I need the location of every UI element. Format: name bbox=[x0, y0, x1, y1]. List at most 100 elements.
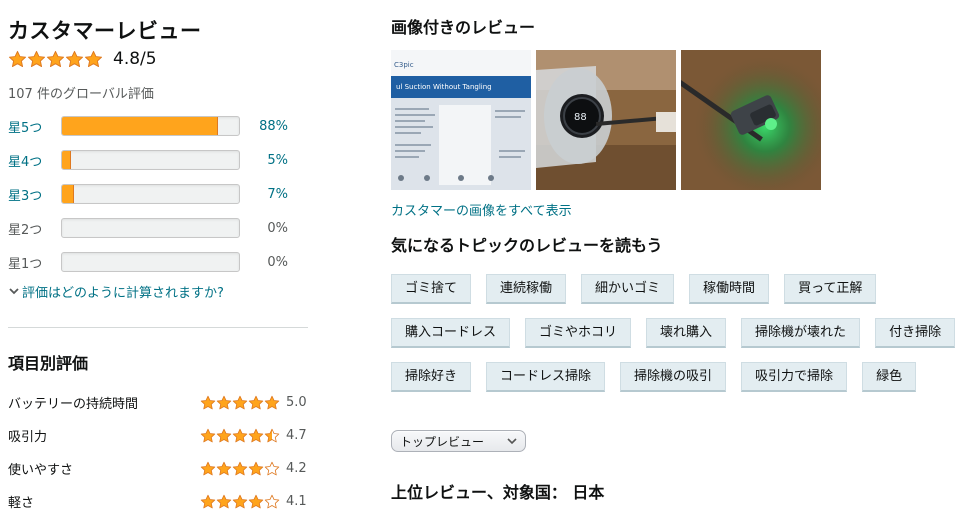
histogram-bar-fill bbox=[62, 117, 218, 135]
review-image-2[interactable]: 88 bbox=[536, 50, 676, 190]
global-rating-count: 107 件のグローバル評価 bbox=[8, 87, 154, 102]
histogram-bar[interactable] bbox=[61, 150, 240, 170]
review-media-and-topics: 画像付きのレビュー C3pic ul Suction Without Tangl… bbox=[391, 16, 961, 505]
topic-pill[interactable]: 壊れ購入 bbox=[646, 318, 727, 348]
histogram-row[interactable]: 星3つ 7% bbox=[8, 177, 308, 211]
histogram-star-label[interactable]: 星5つ bbox=[8, 117, 61, 136]
attribute-stars bbox=[200, 395, 280, 411]
attribute-rating-row: 軽さ 4.1 bbox=[8, 485, 308, 518]
topic-pill[interactable]: 掃除好き bbox=[391, 362, 472, 392]
histogram-percent[interactable]: 7% bbox=[240, 187, 288, 202]
histogram-star-label[interactable]: 星3つ bbox=[8, 185, 61, 204]
topic-pill[interactable]: 連続稼働 bbox=[486, 274, 567, 304]
topic-pill[interactable]: 掃除機の吸引 bbox=[620, 362, 727, 392]
histogram-bar-fill bbox=[62, 185, 75, 203]
packaging-photo: C3pic ul Suction Without Tangling bbox=[391, 50, 531, 190]
attribute-name: バッテリーの持続時間 bbox=[8, 397, 139, 412]
star-icon bbox=[27, 50, 46, 67]
chevron-down-icon bbox=[9, 288, 19, 295]
attribute-score: 4.1 bbox=[286, 494, 307, 509]
histogram-row: 星2つ 0% bbox=[8, 211, 308, 245]
divider bbox=[8, 327, 308, 328]
histogram-percent[interactable]: 88% bbox=[240, 119, 288, 134]
topic-pill[interactable]: ゴミ捨て bbox=[391, 274, 472, 304]
topic-pill[interactable]: コードレス掃除 bbox=[486, 362, 606, 392]
review-image-row: C3pic ul Suction Without Tangling 88 bbox=[391, 50, 961, 190]
customer-reviews-title: カスタマーレビュー bbox=[8, 19, 202, 43]
star-icon bbox=[216, 428, 232, 442]
topic-pill[interactable]: ゴミやホコリ bbox=[525, 318, 632, 348]
see-all-customer-images-link[interactable]: カスタマーの画像をすべて表示 bbox=[391, 200, 961, 219]
attribute-rating-row: バッテリーの持続時間 5.0 bbox=[8, 386, 308, 419]
histogram-percent: 0% bbox=[267, 254, 288, 270]
star-icon bbox=[248, 494, 264, 508]
star-icon bbox=[216, 461, 232, 475]
star-icon bbox=[232, 428, 248, 442]
svg-text:C3pic: C3pic bbox=[394, 61, 414, 69]
star-icon bbox=[200, 494, 216, 508]
topic-pill[interactable]: 掃除機が壊れた bbox=[741, 318, 861, 348]
topic-pill[interactable]: 緑色 bbox=[862, 362, 917, 392]
star-icon bbox=[216, 395, 232, 409]
attribute-score: 4.2 bbox=[286, 461, 307, 476]
star-icon bbox=[216, 494, 232, 508]
star-icon bbox=[232, 494, 248, 508]
star-icon bbox=[65, 50, 84, 67]
star-icon bbox=[8, 50, 27, 67]
sort-selected-value: トップレビュー bbox=[400, 434, 485, 449]
vacuum-green-light-photo bbox=[681, 50, 821, 190]
topic-pill[interactable]: 吸引力で掃除 bbox=[741, 362, 848, 392]
topic-pill[interactable]: 購入コードレス bbox=[391, 318, 511, 348]
topic-pill[interactable]: 付き掃除 bbox=[875, 318, 956, 348]
star-icon bbox=[264, 395, 280, 409]
star-icon bbox=[46, 50, 65, 67]
histogram-bar[interactable] bbox=[61, 184, 240, 204]
attribute-ratings-title: 項目別評価 bbox=[8, 354, 89, 373]
attribute-name: 吸引力 bbox=[8, 430, 48, 445]
rating-histogram: 星5つ 88% 星4つ 5% 星3つ 7% 星2つ 0% 星1つ 0% bbox=[8, 109, 308, 279]
histogram-bar bbox=[61, 252, 240, 272]
histogram-row[interactable]: 星4つ 5% bbox=[8, 143, 308, 177]
attribute-rating-row: 使いやすさ 4.2 bbox=[8, 452, 308, 485]
how-calculated-link[interactable]: 評価はどのように計算されますか? bbox=[8, 281, 308, 301]
histogram-percent[interactable]: 5% bbox=[240, 153, 288, 168]
attribute-stars bbox=[200, 428, 280, 444]
star-icon bbox=[84, 50, 103, 67]
attribute-name: 軽さ bbox=[8, 496, 35, 511]
topic-pill-row: 購入コードレス ゴミやホコリ 壊れ購入 掃除機が壊れた 付き掃除 bbox=[391, 318, 966, 362]
overall-rating[interactable]: 4.8/5 bbox=[8, 46, 308, 72]
attribute-ratings: バッテリーの持続時間 5.0 吸引力 4.7 使いやすさ 4.2 軽さ 4.1 bbox=[8, 386, 308, 518]
svg-text:88: 88 bbox=[574, 112, 587, 123]
photo-caption-text: ul Suction Without Tangling bbox=[396, 83, 492, 91]
histogram-star-label[interactable]: 星4つ bbox=[8, 151, 61, 170]
histogram-percent: 0% bbox=[267, 220, 288, 236]
vacuum-display-photo: 88 bbox=[536, 50, 676, 190]
chevron-down-icon bbox=[507, 438, 517, 445]
attribute-score: 4.7 bbox=[286, 428, 307, 443]
review-image-1[interactable]: C3pic ul Suction Without Tangling bbox=[391, 50, 531, 190]
star-icon bbox=[200, 461, 216, 475]
attribute-stars bbox=[200, 494, 280, 510]
overall-stars bbox=[8, 50, 103, 69]
histogram-row: 星1つ 0% bbox=[8, 245, 308, 279]
star-icon bbox=[264, 494, 280, 508]
star-icon bbox=[248, 461, 264, 475]
image-reviews-title: 画像付きのレビュー bbox=[391, 18, 536, 37]
review-image-3[interactable] bbox=[681, 50, 821, 190]
top-reviews-title: 上位レビュー、対象国： 日本 bbox=[391, 483, 605, 502]
histogram-star-label: 星2つ bbox=[8, 222, 43, 238]
attribute-score: 5.0 bbox=[286, 395, 307, 410]
sort-dropdown[interactable]: トップレビュー bbox=[391, 430, 526, 452]
star-icon bbox=[264, 428, 280, 442]
topic-pill[interactable]: 細かいゴミ bbox=[581, 274, 675, 304]
topic-pill[interactable]: 買って正解 bbox=[784, 274, 877, 304]
histogram-row[interactable]: 星5つ 88% bbox=[8, 109, 308, 143]
ratings-summary: カスタマーレビュー 4.8/5 107 件のグローバル評価 星5つ 88% 星4つ 5… bbox=[8, 16, 308, 518]
attribute-rating-row: 吸引力 4.7 bbox=[8, 419, 308, 452]
histogram-bar[interactable] bbox=[61, 116, 240, 136]
star-icon bbox=[248, 428, 264, 442]
topic-pill[interactable]: 稼働時間 bbox=[689, 274, 770, 304]
topic-pills: ゴミ捨て 連続稼働 細かいゴミ 稼働時間 買って正解 購入コードレス ゴミやホコリ 壊れ購入掃… bbox=[391, 274, 966, 406]
attribute-stars bbox=[200, 461, 280, 477]
topic-pill-row: 掃除好き コードレス掃除 掃除機の吸引 吸引力で掃除 緑色 bbox=[391, 362, 966, 406]
